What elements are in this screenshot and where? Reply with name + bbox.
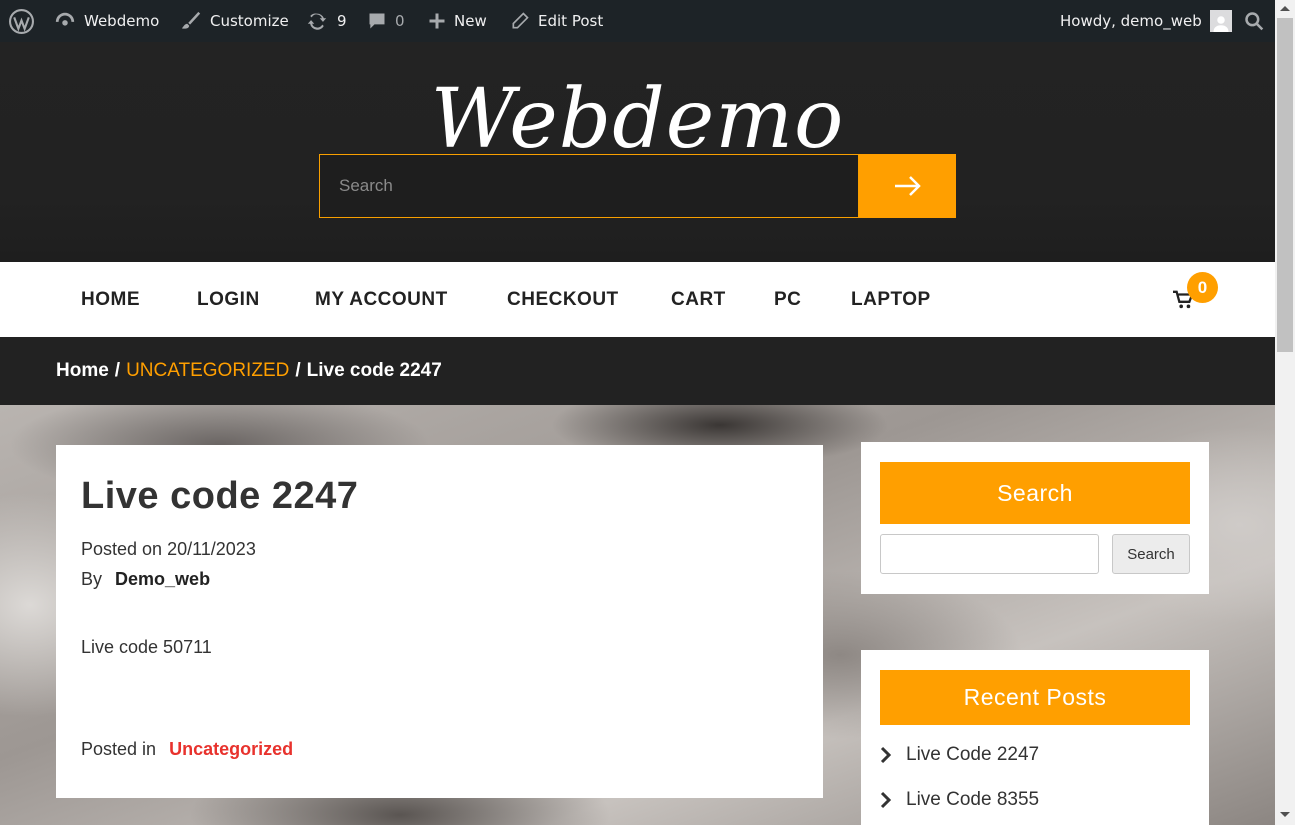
scroll-down-arrow-icon[interactable] <box>1280 812 1290 817</box>
sidebar-recent-posts-widget: Recent Posts Live Code 2247 Live Code 83… <box>861 650 1209 825</box>
post-body: Live code 50711 <box>81 637 212 657</box>
chevron-right-icon <box>880 746 892 764</box>
breadcrumb-separator: / <box>295 360 301 381</box>
nav-item-login[interactable]: LOGIN <box>197 262 260 337</box>
recent-post-link[interactable]: Live Code 2247 <box>906 744 1039 766</box>
comment-icon <box>369 13 385 29</box>
sidebar-search-button[interactable]: Search <box>1112 534 1190 574</box>
sidebar-search-widget: Search Search <box>861 442 1209 594</box>
sidebar-search-input[interactable] <box>880 534 1099 574</box>
updates-icon <box>307 13 327 30</box>
wordpress-logo-icon[interactable] <box>9 0 34 42</box>
recent-post-item[interactable]: Live Code 2247 <box>880 744 1039 766</box>
header-search-form <box>319 154 956 218</box>
admin-bar-howdy: Howdy, demo_web <box>1060 12 1202 30</box>
post-categories: Posted in Uncategorized <box>81 739 293 760</box>
nav-item-cart[interactable]: CART <box>671 262 726 337</box>
admin-bar-new[interactable]: New <box>428 0 487 42</box>
nav-item-checkout[interactable]: CHECKOUT <box>507 262 619 337</box>
admin-bar-comments-count: 0 <box>395 12 405 30</box>
post-author: By Demo_web <box>81 569 210 590</box>
post-title: Live code 2247 <box>81 475 359 517</box>
admin-bar-site-name: Webdemo <box>84 12 160 30</box>
breadcrumb-home[interactable]: Home <box>56 360 109 382</box>
recent-post-link[interactable]: Live Code 8355 <box>906 789 1039 811</box>
admin-bar-customize[interactable]: Customize <box>180 0 289 42</box>
sidebar-search-title: Search <box>880 462 1190 524</box>
admin-bar-comments[interactable]: 0 <box>367 0 405 42</box>
post-category-link[interactable]: Uncategorized <box>169 739 293 759</box>
breadcrumb: Home / UNCATEGORIZED / Live code 2247 <box>0 337 1275 405</box>
post-author-prefix: By <box>81 569 103 589</box>
post-date-value[interactable]: 20/11/2023 <box>167 539 256 559</box>
main-nav: HOME LOGIN MY ACCOUNT CHECKOUT CART PC L… <box>0 262 1275 337</box>
post-date: Posted on 20/11/2023 <box>81 539 256 560</box>
page-scrollbar[interactable] <box>1275 0 1295 825</box>
admin-bar-edit-post-label: Edit Post <box>538 12 604 30</box>
cart-count-badge: 0 <box>1187 272 1218 303</box>
post-posted-in: Posted in <box>81 739 157 759</box>
sidebar-recent-title: Recent Posts <box>880 670 1190 725</box>
breadcrumb-category[interactable]: UNCATEGORIZED <box>126 360 289 382</box>
arrow-right-icon <box>894 176 921 196</box>
post-author-name[interactable]: Demo_web <box>115 569 210 589</box>
plus-icon <box>429 13 445 29</box>
admin-bar-edit-post[interactable]: Edit Post <box>510 0 603 42</box>
nav-item-laptop[interactable]: LAPTOP <box>851 262 931 337</box>
brush-icon <box>181 11 201 29</box>
chevron-right-icon <box>880 791 892 809</box>
admin-bar-new-label: New <box>454 12 487 30</box>
site-header: Webdemo <box>0 42 1275 262</box>
nav-item-home[interactable]: HOME <box>81 262 140 337</box>
admin-bar-site[interactable]: Webdemo <box>54 0 159 42</box>
avatar <box>1209 10 1232 32</box>
admin-bar-updates[interactable]: 9 <box>305 0 347 42</box>
breadcrumb-separator: / <box>114 360 121 381</box>
pencil-icon <box>512 12 529 29</box>
post-card: Live code 2247 Posted on 20/11/2023 By D… <box>56 445 823 798</box>
nav-item-my-account[interactable]: MY ACCOUNT <box>315 262 448 337</box>
admin-bar-account[interactable]: Howdy, demo_web <box>1060 0 1232 42</box>
header-search-submit[interactable] <box>859 154 956 218</box>
admin-bar: Webdemo Customize 9 0 New Edit Post Howd… <box>0 0 1275 42</box>
breadcrumb-current: Live code 2247 <box>306 360 442 381</box>
scrollbar-thumb[interactable] <box>1277 18 1293 352</box>
post-date-prefix: Posted on <box>81 539 163 559</box>
dashboard-icon <box>55 12 75 26</box>
scroll-up-arrow-icon[interactable] <box>1280 6 1290 11</box>
admin-bar-updates-count: 9 <box>337 12 347 30</box>
nav-item-pc[interactable]: PC <box>774 262 801 337</box>
header-search-input[interactable] <box>319 154 859 218</box>
admin-bar-customize-label: Customize <box>210 12 289 30</box>
admin-bar-search-icon[interactable] <box>1244 0 1264 42</box>
recent-post-item[interactable]: Live Code 8355 <box>880 789 1039 811</box>
